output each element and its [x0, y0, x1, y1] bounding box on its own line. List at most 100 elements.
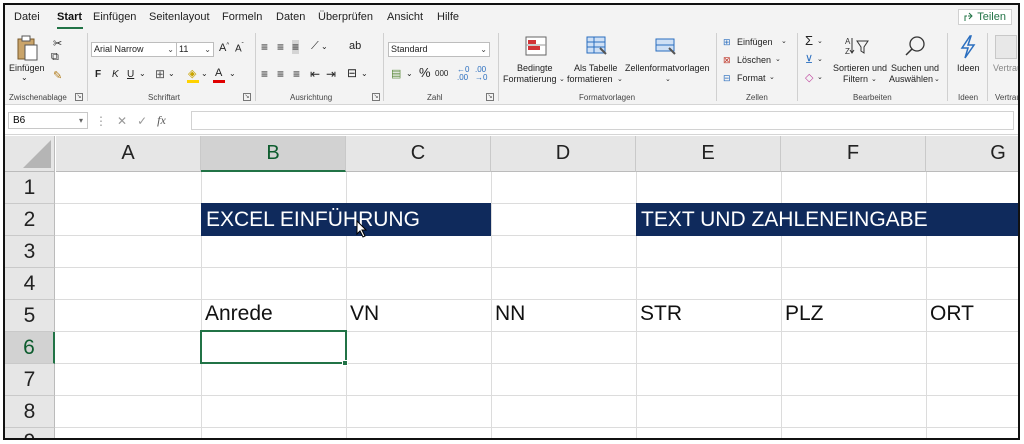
format-painter-icon[interactable]: ✎ [53, 69, 62, 82]
column-header-d[interactable]: D [491, 136, 636, 172]
increase-decimal-icon[interactable]: ←0.00 [457, 66, 469, 82]
clear-icon[interactable]: ◇ [805, 71, 813, 84]
row-header-8[interactable]: 8 [5, 396, 55, 428]
column-header-b[interactable]: B [201, 136, 346, 172]
clipboard-launcher-icon[interactable]: ↘ [75, 93, 83, 101]
cell-e2[interactable]: TEXT UND ZAHLENEINGABE [636, 203, 1018, 236]
format-cells-icon[interactable]: ⊟ [723, 73, 731, 84]
tab-einfuegen[interactable]: Einfügen [93, 11, 136, 23]
tab-start[interactable]: Start [57, 11, 82, 23]
insert-function-button[interactable]: fx [157, 113, 166, 128]
cut-icon[interactable]: ✂ [53, 37, 62, 50]
underline-dropdown-icon[interactable]: ⌄ [139, 69, 146, 78]
row-header-6[interactable]: 6 [5, 332, 55, 364]
tab-ansicht[interactable]: Ansicht [387, 11, 423, 23]
wrap-text-icon[interactable]: ab [349, 40, 361, 52]
name-box[interactable]: B6 ▾ [8, 112, 88, 129]
row-header-9[interactable]: 9 [5, 428, 55, 438]
align-left-icon[interactable]: ≡ [261, 67, 268, 81]
sort-filter-dropdown-icon[interactable]: ⌄ [871, 75, 877, 83]
underline-button[interactable]: U [127, 69, 134, 80]
percent-button[interactable]: % [419, 65, 431, 80]
font-color-icon[interactable]: A [215, 67, 222, 79]
column-header-g[interactable]: G [926, 136, 1018, 172]
cell-g5[interactable]: ORT [930, 302, 974, 326]
format-cells-dropdown-icon[interactable]: ⌄ [769, 73, 775, 81]
increase-indent-icon[interactable]: ⇥ [326, 67, 336, 81]
fill-icon[interactable]: ⊻ [805, 53, 813, 66]
thousands-button[interactable]: 000 [435, 69, 448, 78]
fill-dropdown-icon[interactable]: ⌄ [817, 55, 823, 63]
row-header-1[interactable]: 1 [5, 172, 55, 204]
column-header-e[interactable]: E [636, 136, 781, 172]
tab-seitenlayout[interactable]: Seitenlayout [149, 11, 210, 23]
row-header-4[interactable]: 4 [5, 268, 55, 300]
align-center-icon[interactable]: ≡ [277, 67, 284, 81]
conditional-formatting-button[interactable] [521, 33, 551, 59]
font-size-select[interactable]: 11 ⌄ [176, 42, 214, 57]
tab-datei[interactable]: Datei [14, 11, 40, 23]
formula-input[interactable] [191, 111, 1014, 130]
cell-b5[interactable]: Anrede [205, 302, 273, 326]
format-cells-button[interactable]: Format [737, 73, 766, 83]
alignment-launcher-icon[interactable]: ↘ [372, 93, 380, 101]
cell-f5[interactable]: PLZ [785, 302, 824, 326]
paste-dropdown-icon[interactable]: ⌄ [21, 73, 28, 82]
align-middle-icon[interactable]: ≡ [277, 40, 284, 54]
fill-color-dropdown-icon[interactable]: ⌄ [201, 69, 208, 78]
tab-ueberpruefen[interactable]: Überprüfen [318, 11, 373, 23]
italic-button[interactable]: K [112, 69, 119, 80]
cell-b2[interactable]: EXCEL EINFÜHRUNG [201, 203, 491, 236]
fill-handle[interactable] [342, 360, 348, 366]
insert-cells-dropdown-icon[interactable]: ⌄ [781, 37, 787, 45]
format-as-table-button[interactable] [582, 33, 612, 59]
orientation-icon[interactable]: ⟋ [311, 40, 319, 53]
cell-styles-dropdown-icon[interactable]: ⌄ [665, 75, 671, 83]
active-cell-b6[interactable] [200, 330, 347, 364]
merge-dropdown-icon[interactable]: ⌄ [361, 69, 368, 78]
tab-daten[interactable]: Daten [276, 11, 305, 23]
border-dropdown-icon[interactable]: ⌄ [168, 69, 175, 78]
cancel-icon[interactable]: ✕ [117, 114, 127, 128]
border-icon[interactable]: ⊞ [155, 67, 165, 81]
insert-cells-button[interactable]: Einfügen [737, 37, 773, 47]
insert-cells-icon[interactable]: ⊞ [723, 37, 731, 48]
ideas-button[interactable] [955, 33, 981, 61]
orientation-dropdown-icon[interactable]: ⌄ [321, 42, 328, 51]
tab-formeln[interactable]: Formeln [222, 11, 262, 23]
clear-dropdown-icon[interactable]: ⌄ [817, 73, 823, 81]
merge-cells-icon[interactable]: ⊟ [347, 66, 357, 80]
find-select-button[interactable] [901, 33, 929, 59]
paste-button[interactable] [11, 33, 43, 63]
font-color-dropdown-icon[interactable]: ⌄ [229, 69, 236, 78]
format-as-table-dropdown-icon[interactable]: ⌄ [617, 75, 623, 83]
delete-cells-button[interactable]: Löschen [737, 55, 771, 65]
autosum-dropdown-icon[interactable]: ⌄ [817, 37, 823, 45]
row-header-3[interactable]: 3 [5, 236, 55, 268]
number-launcher-icon[interactable]: ↘ [486, 93, 494, 101]
font-name-select[interactable]: Arial Narrow ⌄ [91, 42, 177, 57]
delete-cells-icon[interactable]: ⊠ [723, 55, 731, 66]
shrink-font-icon[interactable]: Aˇ [235, 43, 244, 54]
currency-dropdown-icon[interactable]: ⌄ [406, 69, 413, 78]
share-button[interactable]: Teilen [958, 9, 1012, 25]
conditional-formatting-dropdown-icon[interactable]: ⌄ [559, 75, 565, 83]
align-top-icon[interactable]: ≡ [261, 40, 268, 54]
column-header-a[interactable]: A [56, 136, 201, 172]
fill-color-icon[interactable]: ◈ [188, 67, 196, 80]
column-header-f[interactable]: F [781, 136, 926, 172]
align-right-icon[interactable]: ≡ [293, 67, 300, 81]
align-bottom-icon[interactable]: ≡ [292, 40, 300, 54]
sort-filter-button[interactable]: A Z [843, 33, 871, 59]
find-select-dropdown-icon[interactable]: ⌄ [934, 75, 940, 83]
grow-font-icon[interactable]: A^ [219, 42, 229, 54]
delete-cells-dropdown-icon[interactable]: ⌄ [775, 55, 781, 63]
select-all-button[interactable] [5, 136, 55, 172]
row-header-2[interactable]: 2 [5, 204, 55, 236]
row-header-5[interactable]: 5 [5, 300, 55, 332]
enter-icon[interactable]: ✓ [137, 114, 147, 128]
number-format-select[interactable]: Standard ⌄ [388, 42, 490, 57]
bold-button[interactable]: F [95, 69, 101, 80]
decrease-indent-icon[interactable]: ⇤ [310, 67, 320, 81]
name-box-dropdown-icon[interactable]: ▾ [79, 113, 83, 128]
